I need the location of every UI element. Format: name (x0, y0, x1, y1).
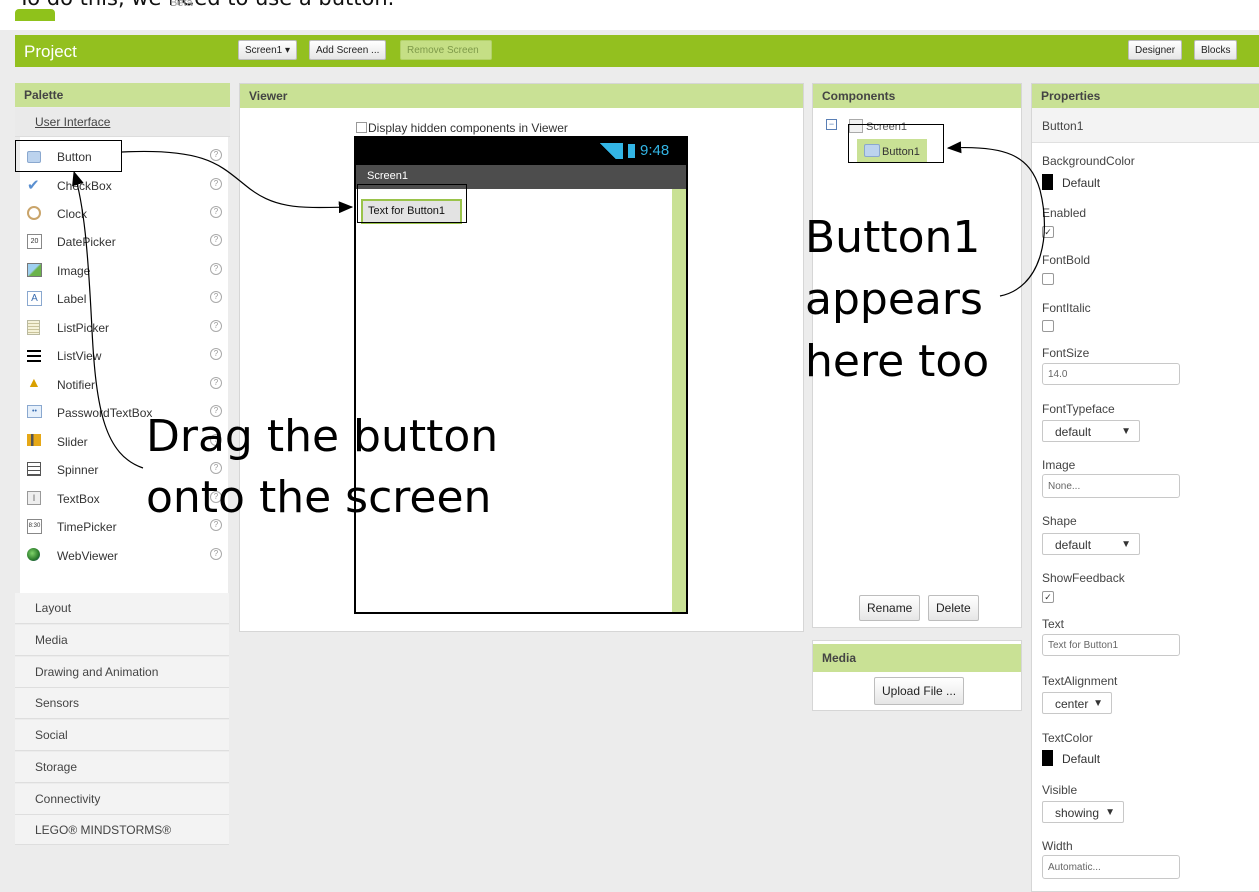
arrow-text-to-palette (72, 170, 144, 469)
annotation-drag-line2: onto the screen (146, 472, 492, 523)
annotation-drag-line1: Drag the button (146, 411, 499, 462)
annotation-appears-line1: Button1 (805, 212, 981, 263)
annotation-appears-line2: appears (805, 274, 983, 325)
annotation-appears-line3: here too (805, 336, 990, 387)
arrow-palette-to-viewer (121, 150, 354, 214)
